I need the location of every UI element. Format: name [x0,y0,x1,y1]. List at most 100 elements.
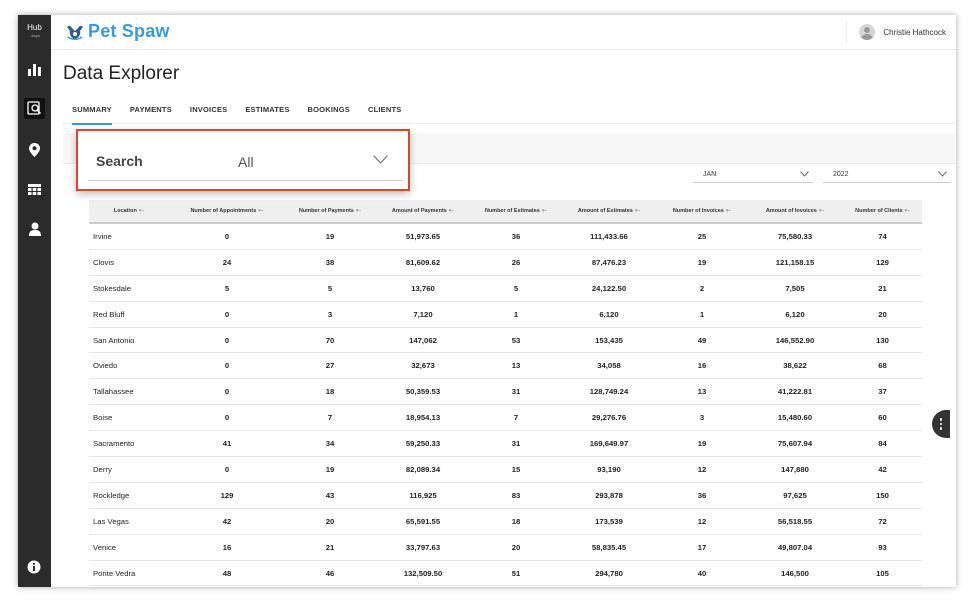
table-row[interactable]: Red Bluff 0 3 7,120 1 6,120 1 6,120 20 [89,301,922,328]
table-cell: 72 [843,508,922,535]
tab-bar: SUMMARY PAYMENTS INVOICES ESTIMATES BOOK… [63,103,410,125]
sort-icon[interactable]: ▾– [542,208,547,214]
table-cell: 36 [657,482,747,509]
column-header[interactable]: Amount of Payments ▾– [375,200,471,224]
table-cell-location: Sacramento [89,430,169,458]
tab-invoices[interactable]: INVOICES [190,103,227,125]
table-cell: 1 [657,301,747,328]
month-select[interactable]: JAN [693,166,813,183]
table-row[interactable]: Derry 0 19 82,089.34 15 93,190 12 147,880 42 [89,456,922,483]
column-header[interactable]: Amount of Estimates ▾– [561,200,657,224]
table-cell: 40 [657,560,747,587]
table-cell: 169,649.97 [561,430,657,458]
sidebar-item-tables[interactable] [24,179,45,200]
table-cell: 12 [657,456,747,483]
sidebar-item-users[interactable] [24,218,45,239]
brand-logo[interactable]: Pet Spaw [66,21,170,42]
tab-payments[interactable]: PAYMENTS [130,103,172,125]
sort-icon[interactable]: ▾– [356,208,361,214]
table-cell: 59,250.33 [375,430,471,458]
table-cell: 16 [169,534,285,561]
sidebar-item-data-explorer[interactable] [24,98,45,119]
table-cell: 81,609.62 [375,249,471,276]
column-header[interactable]: Number of Invoices ▾– [657,200,747,224]
table-cell: 146,552.90 [747,327,843,354]
column-header[interactable]: Number of Appointments ▾– [169,200,285,224]
sort-icon[interactable]: ▾– [139,208,144,214]
table-cell: 17 [657,534,747,561]
sidebar-item-dashboard[interactable] [24,59,45,80]
column-header[interactable]: Amount of Invoices ▾– [747,200,843,224]
sort-icon[interactable]: ▾– [726,208,731,214]
table-row[interactable]: Clovis 24 38 81,609.62 26 87,476.23 19 121,158.… [89,249,922,276]
hub-logo[interactable]: Hub - keyo [18,24,51,40]
table-cell: 93,190 [561,456,657,483]
table-cell: 121,158.15 [747,249,843,276]
table-row[interactable]: Ponte Vedra 48 46 132,509.50 51 294,780 40 146,… [89,560,922,587]
tab-clients[interactable]: CLIENTS [368,103,401,125]
table-cell: 5 [169,275,285,302]
table-cell: 41,222.81 [747,378,843,406]
sort-icon[interactable]: ▾– [635,208,640,214]
table-row[interactable]: Tallahassee 0 18 50,359.53 31 128,749.24 13 41,… [89,378,922,406]
table-cell: 19 [657,249,747,276]
table-cell: 146,500 [747,560,843,587]
table-cell: 0 [169,456,285,483]
column-header[interactable]: Number of Payments ▾– [285,200,375,224]
sort-icon[interactable]: ▾– [905,208,910,214]
table-cell: 38,622 [747,352,843,380]
table-cell: 15 [471,456,561,483]
tab-summary[interactable]: SUMMARY [72,103,112,125]
table-cell: 116,925 [375,482,471,509]
table-cell: 147,880 [747,456,843,483]
table-row[interactable]: Sacramento 41 34 59,250.33 31 169,649.97 19 75,… [89,430,922,458]
sort-icon[interactable]: ▾– [819,208,824,214]
table-row[interactable]: San Antonio 0 70 147,062 53 153,435 49 146,552.… [89,327,922,354]
table-cell: 65,591.55 [375,508,471,535]
column-header[interactable]: Location ▾– [89,200,169,224]
user-menu[interactable]: Christie Hathcock [846,22,946,42]
table-row[interactable]: Venice 16 21 33,797.63 20 58,835.45 17 49,807.0… [89,534,922,561]
column-header[interactable]: Number of Estimates ▾– [471,200,561,224]
tab-estimates[interactable]: ESTIMATES [245,103,289,125]
column-header[interactable]: Number of Clients ▾– [843,200,922,224]
more-vertical-icon-dot [939,422,943,426]
table-cell: 3 [285,301,375,328]
table-row[interactable]: Rockledge 129 43 116,925 83 293,878 36 97,625 15… [89,482,922,509]
table-row[interactable]: Irvine 0 19 51,973.65 36 111,433.66 25 75,580.3… [89,223,922,250]
table-cell: 26 [471,249,561,276]
tab-bookings[interactable]: BOOKINGS [308,103,350,125]
table-cell: 147,062 [375,327,471,354]
more-options-button[interactable] [932,410,950,438]
table-cell: 68 [843,352,922,380]
chevron-down-icon [800,171,809,177]
table-cell: 129 [843,249,922,276]
table-cell: 13 [657,378,747,406]
sidebar-item-info[interactable] [27,560,41,579]
table-cell: 153,435 [561,327,657,354]
chevron-down-icon[interactable] [373,155,388,164]
table-row[interactable]: Boise 0 7 18,954.13 7 29,276.76 3 15,480.60 60 [89,404,922,432]
table-cell: 70 [285,327,375,354]
table-cell: 2 [657,275,747,302]
table-cell: 19 [285,223,375,250]
more-vertical-icon-dot [939,418,943,421]
sidebar-item-locations[interactable] [24,139,45,160]
table-cell: 0 [169,352,285,380]
table-cell: 58,835.45 [561,534,657,561]
table-cell: 0 [169,378,285,406]
table-cell: 0 [169,301,285,328]
table-cell: 19 [285,456,375,483]
table-row[interactable]: Stokesdale 5 5 13,760 5 24,122.50 2 7,505 21 [89,275,922,302]
table-cell: 6,120 [561,301,657,328]
column-header-label: Number of Estimates [484,208,540,214]
search-label: Search [96,153,143,169]
column-header-label: Amount of Payments [391,208,447,214]
table-cell: 31 [471,378,561,406]
year-select[interactable]: 2022 [823,166,951,183]
sort-icon[interactable]: ▾– [258,208,263,214]
table-row[interactable]: Las Vegas 42 20 65,591.55 18 173,539 12 56,518.… [89,508,922,535]
sort-icon[interactable]: ▾– [449,208,454,214]
search-dropdown[interactable]: Search All [76,129,410,191]
table-row[interactable]: Oviedo 0 27 32,673 13 34,058 16 38,622 68 [89,352,922,380]
